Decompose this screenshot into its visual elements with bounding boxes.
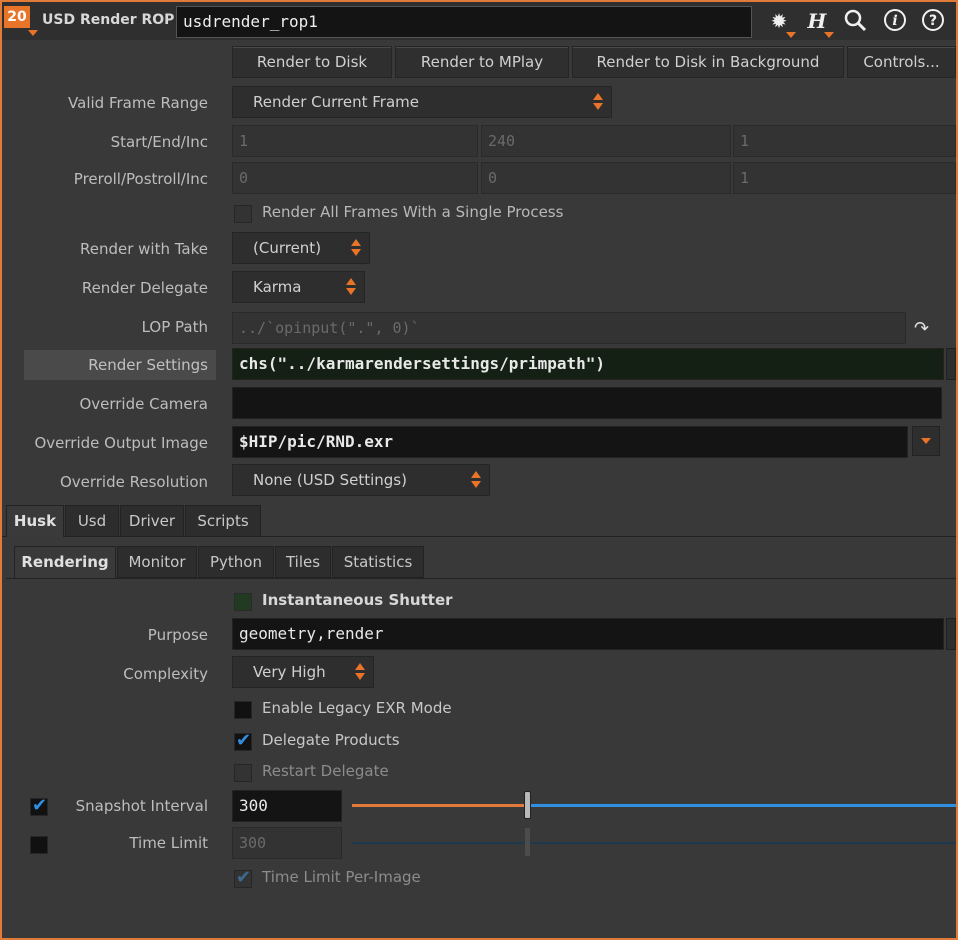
node-menu-arrow-icon[interactable] — [28, 30, 38, 36]
restart-delegate-label: Restart Delegate — [262, 762, 389, 780]
preroll-label: Preroll/Postroll/Inc — [73, 170, 208, 188]
dropdown-arrows-icon — [593, 93, 603, 111]
info-icon[interactable]: i — [882, 8, 908, 34]
complexity-dropdown[interactable]: Very High — [232, 656, 374, 688]
snapshot-interval-slider[interactable] — [352, 791, 956, 819]
override-output-label: Override Output Image — [34, 434, 208, 452]
output-menu-button[interactable] — [912, 426, 940, 456]
render-delegate-value: Karma — [253, 278, 302, 296]
render-to-mplay-button[interactable]: Render to MPlay — [395, 46, 569, 78]
controls-button[interactable]: Controls... — [847, 46, 956, 78]
node-type-label: USD Render ROP — [42, 12, 175, 28]
version-badge: 20 — [4, 6, 30, 28]
search-icon[interactable] — [842, 8, 868, 34]
gear-menu-arrow-icon[interactable] — [786, 32, 796, 38]
slider-track — [531, 804, 956, 807]
legacy-exr-label: Enable Legacy EXR Mode — [262, 699, 452, 717]
tab-husk[interactable]: Husk — [6, 505, 64, 537]
time-limit-per-image-label: Time Limit Per-Image — [262, 868, 421, 886]
tab-scripts[interactable]: Scripts — [185, 505, 261, 537]
parameter-pane: 20 USD Render ROP usdrender_rop1 ✹ H i ?… — [0, 0, 958, 940]
instantaneous-shutter-checkbox[interactable] — [234, 593, 252, 611]
tab-usd[interactable]: Usd — [65, 505, 119, 537]
single-process-label: Render All Frames With a Single Process — [262, 203, 564, 221]
lop-path-label: LOP Path — [141, 318, 208, 336]
node-jump-icon[interactable]: ↷ — [914, 318, 929, 339]
single-process-checkbox[interactable] — [234, 205, 252, 223]
preroll-field[interactable]: 0 — [232, 162, 478, 194]
valid-frame-range-label: Valid Frame Range — [68, 94, 208, 112]
tab-rendering[interactable]: Rendering — [14, 546, 116, 578]
override-resolution-value: None (USD Settings) — [253, 471, 407, 489]
purpose-label: Purpose — [147, 626, 208, 644]
render-settings-field[interactable]: chs("../karmarendersettings/primpath") — [232, 348, 944, 380]
render-with-take-value: (Current) — [253, 239, 322, 257]
chevron-down-icon — [921, 438, 931, 444]
postroll-field[interactable]: 0 — [481, 162, 731, 194]
delegate-products-checkbox[interactable]: ✔ — [234, 730, 252, 751]
dropdown-arrows-icon — [351, 239, 361, 257]
override-resolution-dropdown[interactable]: None (USD Settings) — [232, 464, 490, 496]
override-camera-field[interactable] — [232, 387, 942, 419]
render-delegate-dropdown[interactable]: Karma — [232, 271, 365, 303]
complexity-label: Complexity — [123, 665, 208, 683]
valid-frame-range-dropdown[interactable]: Render Current Frame — [232, 86, 612, 118]
help-menu-arrow-icon[interactable] — [824, 32, 834, 38]
time-limit-label: Time Limit — [129, 834, 208, 852]
tab-monitor[interactable]: Monitor — [117, 546, 197, 578]
gear-icon[interactable]: ✹ — [766, 8, 792, 34]
checkmark-icon: ✔ — [236, 730, 252, 751]
complexity-value: Very High — [253, 663, 326, 681]
inc-frame-field[interactable]: 1 — [733, 125, 956, 157]
preroll-inc-field[interactable]: 1 — [733, 162, 956, 194]
time-limit-field[interactable]: 300 — [232, 827, 342, 859]
tab-statistics[interactable]: Statistics — [332, 546, 424, 578]
override-camera-label: Override Camera — [79, 395, 208, 413]
render-background-button[interactable]: Render to Disk in Background — [572, 46, 844, 78]
purpose-field[interactable]: geometry,render — [232, 618, 944, 650]
tab-driver[interactable]: Driver — [120, 505, 184, 537]
purpose-menu-button[interactable] — [946, 618, 956, 650]
render-with-take-label: Render with Take — [79, 240, 208, 258]
render-settings-label: Render Settings — [88, 356, 208, 374]
houdini-help-icon[interactable]: H — [804, 8, 830, 34]
slider-handle[interactable] — [524, 791, 531, 819]
render-with-take-dropdown[interactable]: (Current) — [232, 232, 370, 264]
time-limit-per-image-checkbox[interactable]: ✔ — [234, 867, 252, 888]
subtab-divider — [6, 578, 956, 579]
dropdown-arrows-icon — [346, 278, 356, 296]
delegate-products-label: Delegate Products — [262, 731, 400, 749]
slider-handle[interactable] — [525, 828, 530, 856]
lop-path-field[interactable]: ../`opinput(".", 0)` — [232, 312, 906, 344]
start-frame-field[interactable]: 1 — [232, 125, 478, 157]
instantaneous-shutter-label: Instantaneous Shutter — [262, 591, 453, 609]
dropdown-arrows-icon — [471, 471, 481, 489]
legacy-exr-checkbox[interactable] — [234, 701, 252, 719]
svg-text:?: ? — [929, 13, 937, 29]
override-output-field[interactable]: $HIP/pic/RND.exr — [232, 426, 908, 458]
svg-text:i: i — [892, 13, 897, 29]
end-frame-field[interactable]: 240 — [481, 125, 731, 157]
tab-python[interactable]: Python — [198, 546, 274, 578]
snapshot-interval-label: Snapshot Interval — [75, 797, 208, 815]
render-to-disk-button[interactable]: Render to Disk — [232, 46, 392, 78]
tab-tiles[interactable]: Tiles — [275, 546, 331, 578]
checkmark-icon: ✔ — [236, 867, 252, 888]
snapshot-interval-field[interactable]: 300 — [232, 790, 342, 822]
valid-frame-range-value: Render Current Frame — [253, 93, 420, 111]
dropdown-arrows-icon — [355, 663, 365, 681]
override-resolution-label: Override Resolution — [59, 473, 208, 491]
header-bar: 20 USD Render ROP usdrender_rop1 ✹ H i ? — [2, 2, 956, 40]
time-limit-slider[interactable] — [352, 828, 956, 856]
node-name-field[interactable]: usdrender_rop1 — [176, 6, 752, 38]
render-settings-menu-button[interactable] — [946, 348, 956, 380]
question-icon[interactable]: ? — [920, 8, 946, 34]
slider-fill — [352, 804, 527, 807]
restart-delegate-checkbox[interactable] — [234, 764, 252, 782]
start-end-inc-label: Start/End/Inc — [110, 133, 208, 151]
render-delegate-label: Render Delegate — [81, 279, 208, 297]
